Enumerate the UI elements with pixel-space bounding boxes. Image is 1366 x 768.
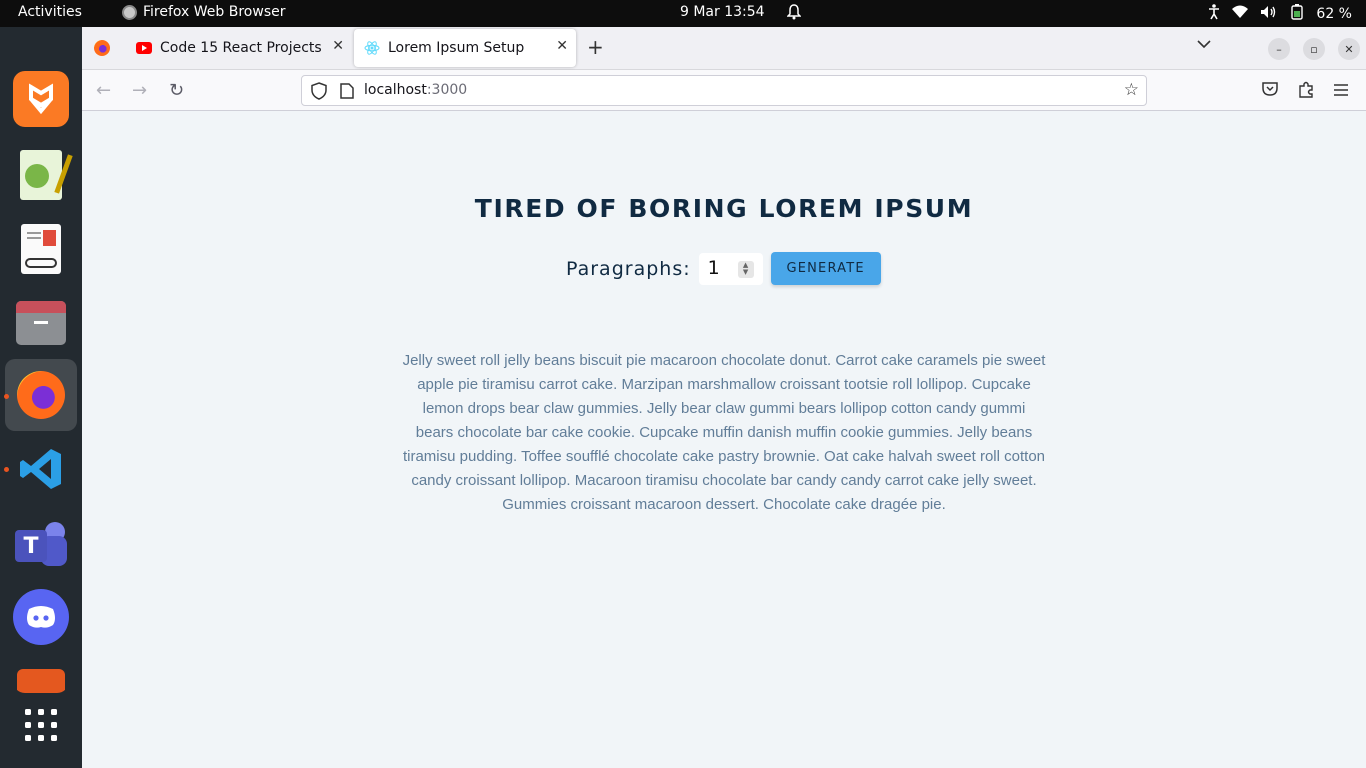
tab-title: Code 15 React Projects - (160, 40, 324, 56)
generate-button[interactable]: GENERATE (770, 252, 881, 285)
wifi-icon (1232, 5, 1249, 23)
firefox-view-icon[interactable] (94, 40, 110, 56)
running-indicator (4, 467, 9, 472)
app-name: Firefox Web Browser (143, 4, 286, 20)
app-menu[interactable]: Firefox Web Browser (122, 4, 286, 20)
page-title: TIRED OF BORING LOREM IPSUM (474, 194, 974, 223)
activities-button[interactable]: Activities (18, 4, 82, 20)
url-text[interactable]: localhost:3000 (364, 82, 467, 98)
new-tab-icon[interactable]: + (587, 35, 604, 59)
bell-icon[interactable] (786, 4, 802, 24)
restore-icon[interactable]: ▫ (1303, 38, 1325, 60)
paragraphs-input[interactable]: 1 ▲ ▼ (698, 252, 763, 285)
store-icon[interactable] (13, 663, 69, 693)
files-icon[interactable] (13, 295, 69, 351)
app-grid-icon[interactable] (13, 697, 69, 753)
page-info-icon[interactable] (340, 83, 354, 103)
system-top-bar: Activities Firefox Web Browser 9 Mar 13:… (0, 0, 1366, 27)
clock[interactable]: 9 Mar 13:54 (680, 4, 765, 20)
lorem-form: Paragraphs: 1 ▲ ▼ GENERATE (566, 252, 881, 285)
chevron-down-icon[interactable] (1197, 37, 1211, 53)
bookmark-star-icon[interactable]: ☆ (1124, 80, 1139, 100)
close-tab-icon[interactable]: ✕ (556, 38, 568, 54)
volume-icon (1260, 5, 1278, 23)
react-icon (364, 40, 380, 56)
text-editor-icon[interactable] (13, 147, 73, 203)
menu-icon[interactable] (1334, 81, 1348, 100)
close-window-icon[interactable]: ✕ (1338, 38, 1360, 60)
minimize-icon[interactable]: – (1268, 38, 1290, 60)
youtube-icon (136, 40, 152, 56)
teams-icon[interactable]: T (13, 515, 69, 571)
xampp-icon[interactable] (13, 71, 69, 127)
tab-bar: Code 15 React Projects - ✕ Lorem Ipsum S… (82, 27, 1366, 70)
pocket-icon[interactable] (1262, 81, 1278, 100)
accessibility-icon (1208, 4, 1220, 24)
discord-icon[interactable] (13, 589, 69, 645)
number-stepper-icon[interactable]: ▲ ▼ (737, 260, 754, 278)
shield-icon[interactable] (311, 82, 327, 104)
url-host: localhost (364, 82, 427, 98)
system-tray[interactable]: 62 % (1208, 4, 1352, 24)
back-arrow-icon[interactable]: ← (96, 80, 111, 101)
tab-title: Lorem Ipsum Setup (388, 40, 525, 56)
battery-icon (1290, 4, 1304, 24)
navigation-toolbar: ← → ↻ localhost:3000 ☆ (82, 70, 1366, 111)
url-port: :3000 (426, 82, 468, 98)
close-tab-icon[interactable]: ✕ (332, 38, 344, 54)
running-indicator (4, 394, 9, 399)
paragraphs-value: 1 (707, 256, 720, 279)
tab-lorem-ipsum[interactable]: Lorem Ipsum Setup ✕ (354, 29, 576, 67)
document-viewer-icon[interactable] (13, 221, 69, 277)
extensions-icon[interactable] (1298, 81, 1314, 102)
tab-youtube[interactable]: Code 15 React Projects - ✕ (126, 29, 352, 67)
dock: T (0, 27, 82, 768)
reload-icon[interactable]: ↻ (169, 80, 184, 101)
paragraphs-label: Paragraphs: (566, 257, 691, 280)
lorem-paragraph: Jelly sweet roll jelly beans biscuit pie… (402, 352, 1046, 513)
forward-arrow-icon[interactable]: → (132, 80, 147, 101)
vscode-icon[interactable] (13, 441, 69, 497)
firefox-icon[interactable] (13, 367, 69, 423)
url-bar[interactable]: localhost:3000 ☆ (301, 75, 1147, 106)
firefox-icon (122, 4, 137, 20)
page-content: TIRED OF BORING LOREM IPSUM Paragraphs: … (82, 112, 1366, 768)
battery-percent: 62 % (1316, 6, 1352, 22)
